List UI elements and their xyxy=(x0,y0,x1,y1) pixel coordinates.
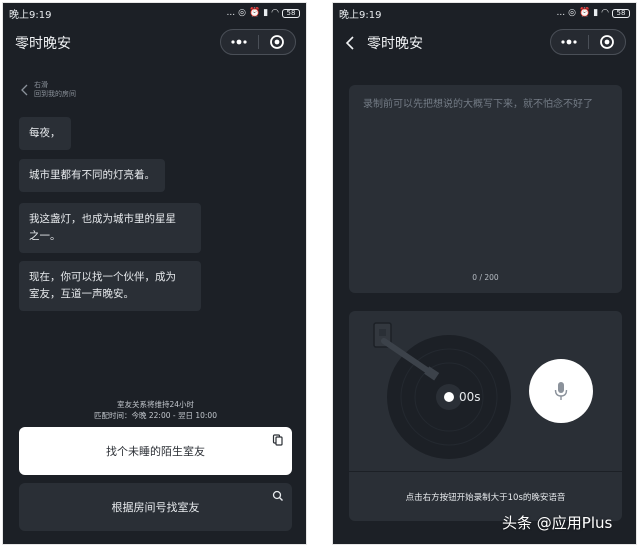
status-icons: ... ◎ ⏰ ▮ ◠ 58 xyxy=(557,8,630,18)
draft-textarea[interactable]: 录制前可以先把想说的大概写下来，就不怕念不好了 0 / 200 xyxy=(349,85,622,293)
match-notice-duration: 室友关系将维持24小时 xyxy=(116,400,195,409)
status-dots: ... xyxy=(556,8,566,18)
alarm-icon: ⏰ xyxy=(578,8,591,18)
more-button[interactable] xyxy=(221,30,258,54)
recorder-panel: 00s 点击右方按钮开始录制大于10s的晚安语音 xyxy=(349,311,622,521)
close-miniapp-button[interactable] xyxy=(259,30,296,54)
status-icons: ... ◎ ⏰ ▮ ◠ 58 xyxy=(227,8,300,18)
find-by-room-number-button[interactable]: 根据房间号找室友 xyxy=(19,483,292,531)
battery-icon: 58 xyxy=(282,8,300,18)
more-dots-icon xyxy=(561,39,577,45)
character-counter: 0 / 200 xyxy=(472,273,499,282)
target-close-icon xyxy=(269,35,284,49)
signal-icon: ▮ xyxy=(263,8,269,18)
chat-bubble: 城市里都有不同的灯亮着。 xyxy=(19,159,165,192)
copy-icon xyxy=(272,434,283,446)
more-dots-icon xyxy=(231,39,247,45)
recorder-divider xyxy=(349,471,622,472)
find-by-room-label: 根据房间号找室友 xyxy=(111,501,200,514)
status-time: 晚上9:19 xyxy=(9,9,52,21)
status-bar: 晚上9:19 ... ◎ ⏰ ▮ ◠ 58 xyxy=(333,3,636,23)
find-stranger-label: 找个未睡的陌生室友 xyxy=(106,445,205,458)
sync-icon: ◎ xyxy=(238,8,246,18)
sync-icon: ◎ xyxy=(568,8,576,18)
draft-placeholder: 录制前可以先把想说的大概写下来，就不怕念不好了 xyxy=(363,99,593,110)
target-close-icon xyxy=(599,35,614,49)
return-line-1: 右滑 xyxy=(34,81,48,89)
phone-screen-match: 晚上9:19 ... ◎ ⏰ ▮ ◠ 58 零时晚安 右滑 回到我的房间 每夜，… xyxy=(2,2,307,545)
status-time: 晚上9:19 xyxy=(339,9,382,21)
close-miniapp-button[interactable] xyxy=(589,30,626,54)
miniapp-capsule xyxy=(220,29,296,55)
match-notice-time: 匹配时间：今晚 22:00 - 翌日 10:00 xyxy=(94,411,217,420)
wifi-icon: ◠ xyxy=(271,8,279,18)
phone-screen-record: 晚上9:19 ... ◎ ⏰ ▮ ◠ 58 零时晚安 录制前可以先把想说的大概写… xyxy=(332,2,637,545)
status-bar: 晚上9:19 ... ◎ ⏰ ▮ ◠ 58 xyxy=(3,3,306,23)
chat-bubble: 我这盏灯，也成为城市里的星星 之一。 xyxy=(19,203,201,253)
return-line-2: 回到我的房间 xyxy=(34,90,76,98)
more-button[interactable] xyxy=(551,30,588,54)
status-dots: ... xyxy=(226,8,236,18)
vinyl-record-icon xyxy=(373,322,511,459)
watermark: 头条 @应用Plus xyxy=(502,514,613,532)
record-hint: 点击右方按钮开始录制大于10s的晚安语音 xyxy=(405,493,566,503)
title-bar: 零时晚安 xyxy=(333,23,636,63)
return-text: 右滑 回到我的房间 xyxy=(34,81,76,99)
page-title: 零时晚安 xyxy=(15,36,71,52)
wifi-icon: ◠ xyxy=(601,8,609,18)
title-bar: 零时晚安 xyxy=(3,23,306,63)
microphone-icon xyxy=(554,382,568,400)
chat-bubble: 每夜， xyxy=(19,117,71,150)
chevron-left-icon xyxy=(21,84,28,96)
chat-bubble: 现在，你可以找一个伙伴，成为 室友，互道一声晚安。 xyxy=(19,261,201,311)
back-button[interactable] xyxy=(345,36,361,50)
chevron-left-icon xyxy=(345,36,354,50)
swipe-back-hint[interactable]: 右滑 回到我的房间 xyxy=(21,81,76,99)
recording-timer: 00s xyxy=(459,390,481,404)
page-title: 零时晚安 xyxy=(367,36,423,52)
battery-icon: 58 xyxy=(612,8,630,18)
alarm-icon: ⏰ xyxy=(248,8,261,18)
record-button[interactable] xyxy=(529,359,593,423)
search-icon xyxy=(272,490,283,501)
screenshot-canvas: 晚上9:19 ... ◎ ⏰ ▮ ◠ 58 零时晚安 右滑 回到我的房间 每夜，… xyxy=(0,0,639,547)
miniapp-capsule xyxy=(550,29,626,55)
signal-icon: ▮ xyxy=(593,8,599,18)
find-stranger-roommate-button[interactable]: 找个未睡的陌生室友 xyxy=(19,427,292,475)
